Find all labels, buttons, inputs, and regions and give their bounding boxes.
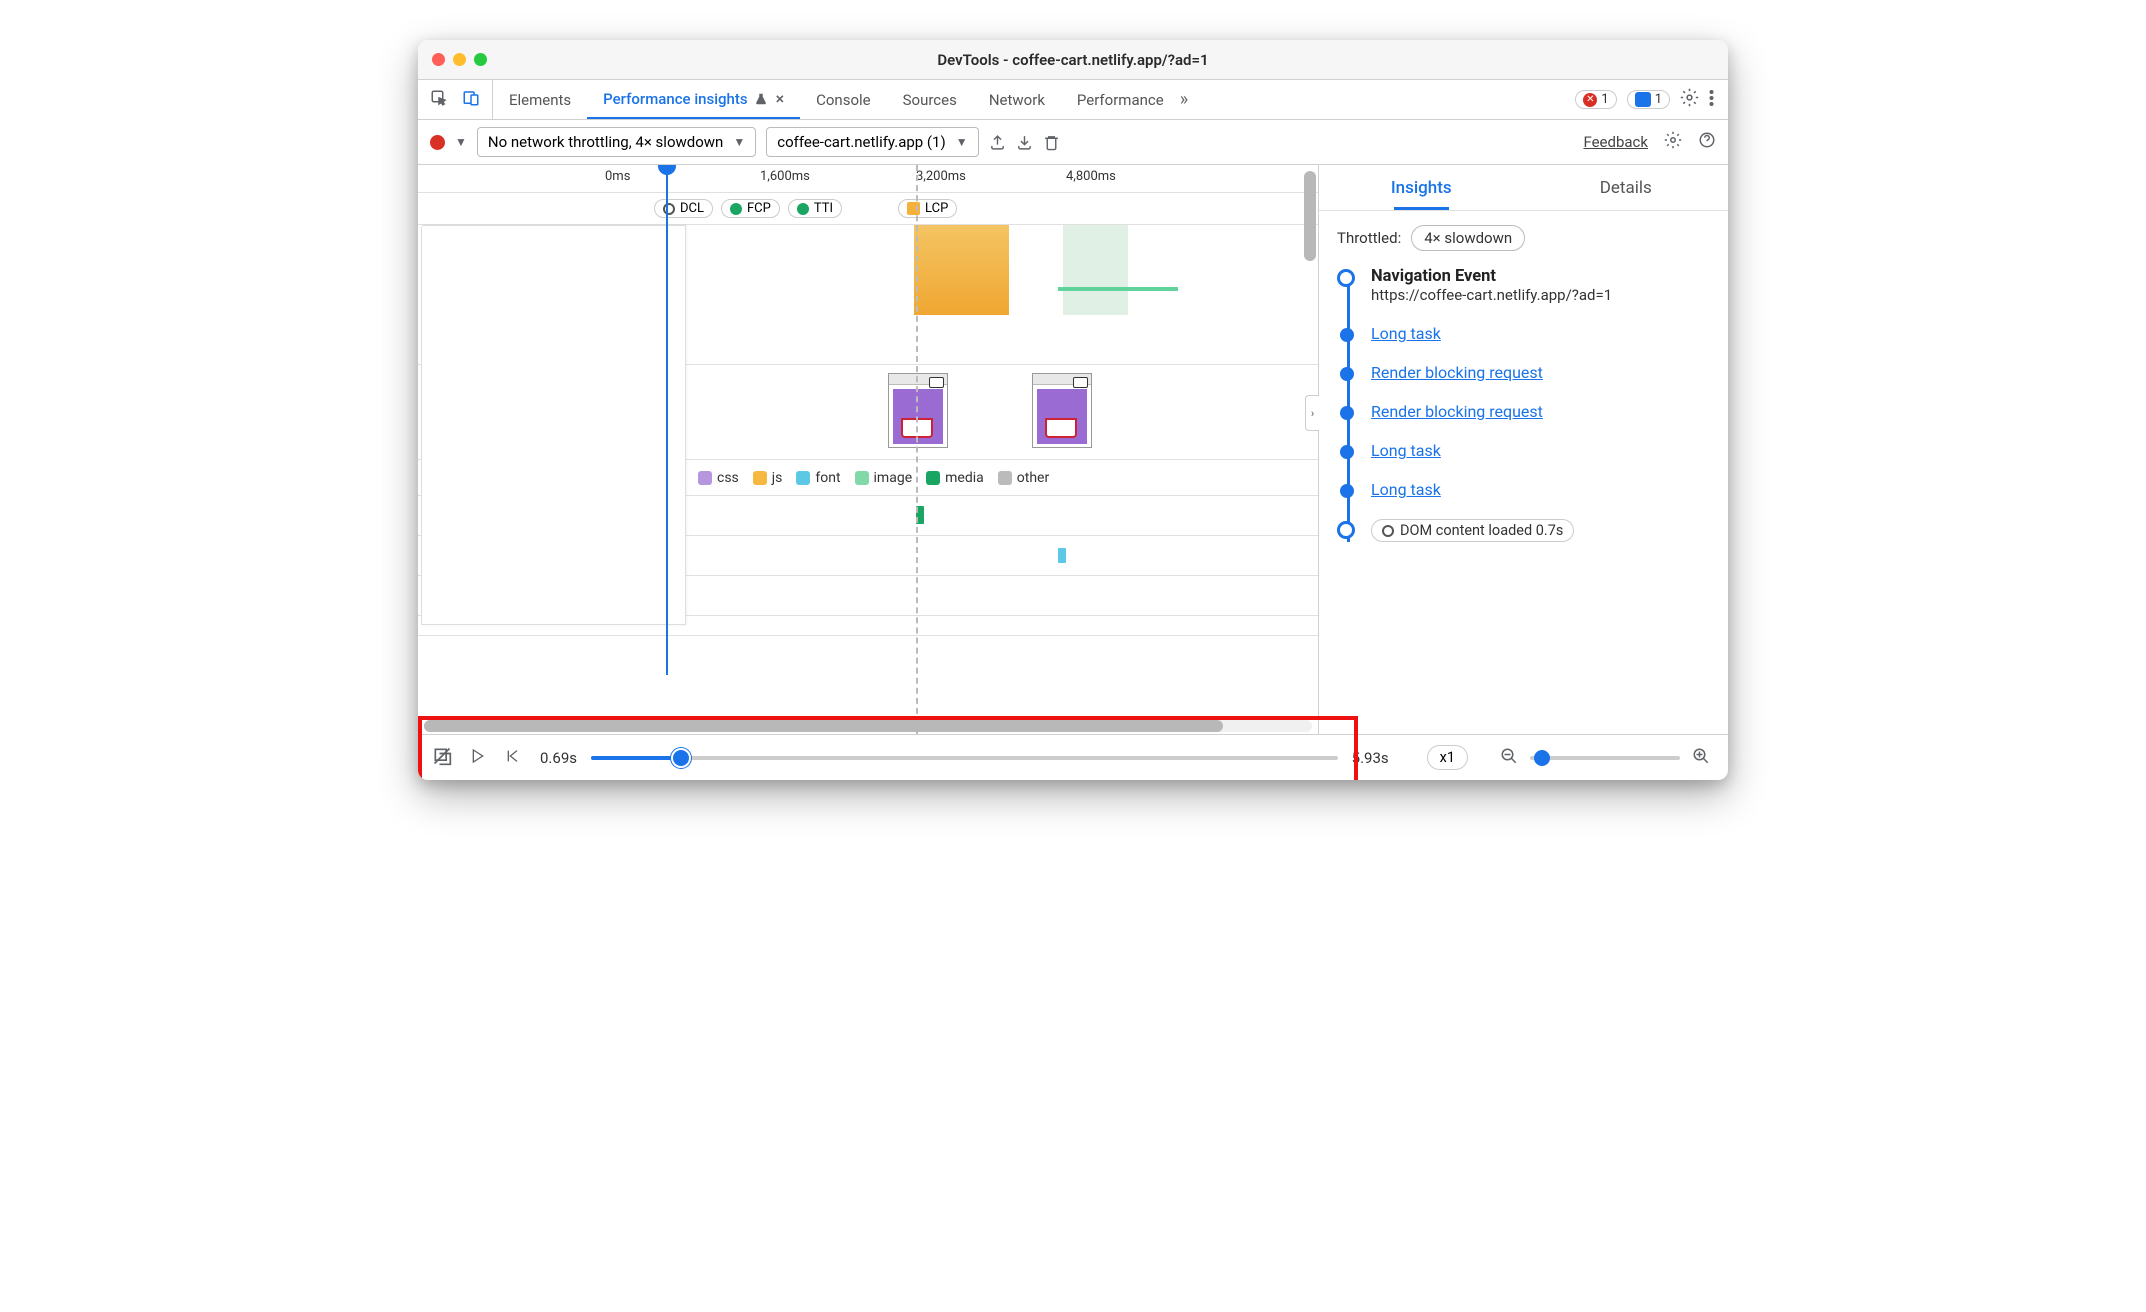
legend-font: font: [796, 470, 840, 486]
time-ruler[interactable]: 0ms 1,600ms 3,200ms 4,800ms: [418, 165, 1318, 193]
tab-elements[interactable]: Elements: [493, 80, 587, 119]
tab-details[interactable]: Details: [1524, 165, 1729, 210]
timeline-node-icon: [1340, 484, 1354, 498]
zoom-in-icon[interactable]: [1692, 747, 1710, 769]
insight-navigation: Navigation Event https://coffee-cart.net…: [1371, 267, 1710, 304]
flask-icon: [754, 92, 768, 106]
timeline-node-icon: [1340, 445, 1354, 459]
insight-item: Render blocking request: [1371, 402, 1710, 421]
timeline-node-icon: [1337, 521, 1355, 539]
timeline-panel[interactable]: 0ms 1,600ms 3,200ms 4,800ms DCL FCP TTI …: [418, 165, 1318, 734]
markers-row: DCL FCP TTI LCP: [418, 193, 1318, 225]
content-area: 0ms 1,600ms 3,200ms 4,800ms DCL FCP TTI …: [418, 165, 1728, 734]
device-toggle-icon[interactable]: [462, 89, 480, 111]
vertical-scrollbar[interactable]: [1304, 171, 1316, 261]
feedback-link[interactable]: Feedback: [1583, 133, 1648, 151]
insight-item: Render blocking request: [1371, 363, 1710, 382]
overview-overlay: [421, 225, 686, 625]
tab-network[interactable]: Network: [973, 80, 1061, 119]
insight-link[interactable]: Render blocking request: [1371, 402, 1543, 421]
throttle-pill[interactable]: 4× slowdown: [1411, 225, 1525, 251]
dom-content-pill[interactable]: DOM content loaded 0.7s: [1371, 519, 1574, 542]
legend-other: other: [998, 470, 1049, 486]
main-toolbar: Elements Performance insights × Console …: [418, 80, 1728, 120]
marker-fcp[interactable]: FCP: [721, 199, 780, 218]
insight-dom-loaded: DOM content loaded 0.7s: [1371, 519, 1710, 542]
tab-insights[interactable]: Insights: [1319, 165, 1524, 210]
insight-item: Long task: [1371, 324, 1710, 343]
settings-icon[interactable]: [1680, 88, 1699, 111]
panel-settings-icon[interactable]: [1664, 131, 1682, 153]
record-button[interactable]: [430, 135, 445, 150]
resource-chip[interactable]: [1058, 548, 1066, 563]
marker-tti[interactable]: TTI: [788, 199, 842, 218]
window-title: DevTools - coffee-cart.netlify.app/?ad=1: [418, 51, 1728, 69]
kebab-menu-icon[interactable]: [1709, 89, 1714, 111]
legend-media: media: [926, 470, 984, 486]
legend-css: css: [698, 470, 739, 486]
timeline-node-icon: [1340, 406, 1354, 420]
export-icon[interactable]: [989, 134, 1006, 151]
playback-speed[interactable]: x1: [1427, 745, 1468, 770]
more-tabs-icon[interactable]: »: [1180, 89, 1188, 110]
timeline-node-icon: [1340, 328, 1354, 342]
insight-item: Long task: [1371, 480, 1710, 499]
playback-slider[interactable]: [591, 756, 1338, 760]
titlebar: DevTools - coffee-cart.netlify.app/?ad=1: [418, 40, 1728, 80]
insight-item: Long task: [1371, 441, 1710, 460]
throttle-select[interactable]: No network throttling, 4× slowdown▼: [477, 127, 756, 157]
messages-badge[interactable]: 1: [1627, 90, 1670, 109]
marker-lcp[interactable]: LCP: [898, 199, 957, 218]
delete-icon[interactable]: [1043, 134, 1060, 151]
sidebar-tabs: Insights Details: [1319, 165, 1728, 211]
insight-link[interactable]: Long task: [1371, 324, 1441, 343]
zoom-thumb-icon[interactable]: [1534, 750, 1550, 766]
tab-sources[interactable]: Sources: [887, 80, 973, 119]
close-tab-icon[interactable]: ×: [774, 89, 785, 108]
errors-badge[interactable]: ✕1: [1575, 90, 1616, 109]
marker-dashed-line: [916, 165, 918, 734]
playhead[interactable]: [666, 165, 676, 675]
tab-performance[interactable]: Performance: [1061, 80, 1180, 119]
tab-performance-insights[interactable]: Performance insights ×: [587, 80, 800, 119]
recording-select[interactable]: coffee-cart.netlify.app (1)▼: [766, 127, 978, 157]
help-icon[interactable]: [1698, 131, 1716, 153]
zoom-slider[interactable]: [1530, 756, 1680, 760]
record-dropdown-icon[interactable]: ▼: [455, 135, 467, 149]
play-icon[interactable]: [470, 748, 486, 768]
screenshot-thumb[interactable]: [888, 373, 948, 448]
sidebar-expand-icon[interactable]: ›: [1305, 395, 1319, 431]
layers-icon[interactable]: [432, 746, 452, 770]
rewind-icon[interactable]: [504, 748, 522, 768]
insight-link[interactable]: Long task: [1371, 441, 1441, 460]
playback-footer: 0.69s 5.93s x1: [418, 734, 1728, 780]
timeline-node-icon: [1340, 367, 1354, 381]
marker-dcl[interactable]: DCL: [654, 199, 713, 218]
timeline-node-icon: [1337, 269, 1355, 287]
devtools-window: DevTools - coffee-cart.netlify.app/?ad=1…: [418, 40, 1728, 780]
playback-end-time: 5.93s: [1352, 749, 1389, 767]
insight-link[interactable]: Long task: [1371, 480, 1441, 499]
playback-start-time: 0.69s: [540, 749, 577, 767]
legend-image: image: [855, 470, 913, 486]
screenshot-thumb[interactable]: [1032, 373, 1092, 448]
tab-console[interactable]: Console: [800, 80, 887, 119]
insight-link[interactable]: Render blocking request: [1371, 363, 1543, 382]
insights-sidebar: › Insights Details Throttled: 4× slowdow…: [1318, 165, 1728, 734]
throttled-row: Throttled: 4× slowdown: [1337, 225, 1710, 251]
import-icon[interactable]: [1016, 134, 1033, 151]
horizontal-scrollbar[interactable]: [424, 720, 1312, 732]
insights-toolbar: ▼ No network throttling, 4× slowdown▼ co…: [418, 120, 1728, 165]
slider-thumb-icon[interactable]: [671, 748, 691, 768]
inspect-icon[interactable]: [430, 89, 448, 111]
zoom-out-icon[interactable]: [1500, 747, 1518, 769]
legend-js: js: [753, 470, 783, 486]
